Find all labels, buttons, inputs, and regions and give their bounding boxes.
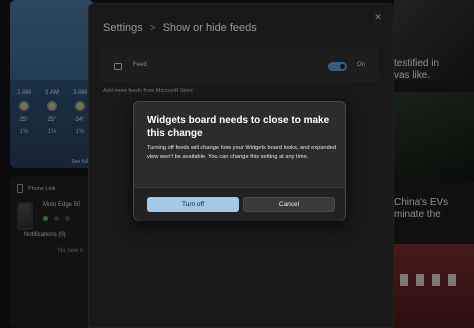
dialog-message: Turning off feeds will change how your W… [147, 145, 337, 160]
cancel-button[interactable]: Cancel [243, 197, 335, 212]
turn-off-button[interactable]: Turn off [147, 197, 239, 212]
dialog-footer: Turn off Cancel [134, 187, 345, 221]
confirm-dialog: Widgets board needs to close to make thi… [133, 101, 346, 221]
dialog-title: Widgets board needs to close to make thi… [147, 115, 330, 139]
